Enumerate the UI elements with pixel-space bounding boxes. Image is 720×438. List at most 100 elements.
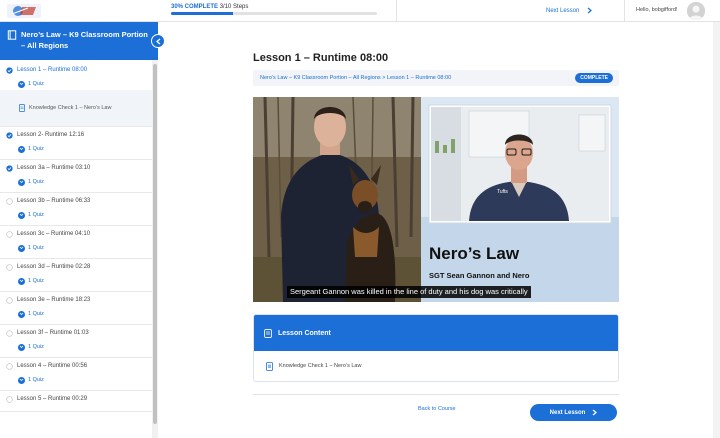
empty-circle-icon <box>6 263 13 271</box>
empty-circle-icon <box>6 296 13 304</box>
quiz-toggle[interactable]: 1 Quiz <box>0 341 152 353</box>
lesson-label: Lesson 2- Runtime 12:16 <box>17 132 85 138</box>
empty-circle-icon <box>6 329 13 337</box>
lesson-item: Lesson 3d – Runtime 02:28 1 Quiz <box>0 259 152 292</box>
back-to-course-link[interactable]: Back to Course <box>418 406 456 412</box>
quiz-toggle[interactable]: 1 Quiz <box>0 374 152 386</box>
site-logo[interactable] <box>6 2 42 20</box>
divider <box>396 0 397 22</box>
status-badge: COMPLETE <box>575 73 613 83</box>
chevron-down-icon <box>18 244 25 252</box>
chevron-down-icon <box>18 145 25 153</box>
user-greeting: Hello, bobgifford! <box>636 7 678 13</box>
quiz-toggle[interactable]: 1 Quiz <box>0 78 152 90</box>
top-bar: 30% COMPLETE 3/10 Steps Next Lesson Hell… <box>0 0 720 22</box>
divider <box>624 0 625 22</box>
quiz-toggle[interactable]: 1 Quiz <box>0 176 152 188</box>
chevron-down-icon <box>18 310 25 318</box>
video-frame: Tufts Nero’s Law SGT Sean Gannon and Ner… <box>253 97 619 302</box>
lesson-label: Lesson 4 – Runtime 00:56 <box>17 363 88 369</box>
quiz-toggle[interactable]: 1 Quiz <box>0 209 152 221</box>
lesson-link[interactable]: Lesson 1 – Runtime 08:00 <box>0 62 152 78</box>
lesson-label: Lesson 5 – Runtime 00:29 <box>17 396 88 402</box>
sidebar-scrollbar-thumb[interactable] <box>153 64 157 424</box>
lesson-label: Lesson 3b – Runtime 06:33 <box>17 198 91 204</box>
chevron-down-icon <box>18 80 25 88</box>
empty-circle-icon <box>6 230 13 238</box>
quiz-toggle[interactable]: 1 Quiz <box>0 242 152 254</box>
lesson-page: 30% COMPLETE 3/10 Steps Next Lesson Hell… <box>0 0 720 438</box>
quiz-toggle[interactable]: 1 Quiz <box>0 308 152 320</box>
quiz-count: 1 Quiz <box>28 179 44 185</box>
course-sidebar: Nero’s Law – K9 Classroom Portion – All … <box>0 22 165 438</box>
quiz-document-icon <box>266 361 273 371</box>
chevron-down-icon <box>18 376 25 384</box>
lesson-list: Lesson 1 – Runtime 08:00 1 Quiz Knowledge … <box>0 60 152 412</box>
course-progress: 30% COMPLETE 3/10 Steps <box>171 4 381 15</box>
video-caption: Sergeant Gannon was killed in the line o… <box>287 286 531 298</box>
quiz-item[interactable]: Knowledge Check 1 – Nero’s Law <box>0 90 152 126</box>
next-lesson-button-label: Next Lesson <box>549 409 586 416</box>
lesson-link[interactable]: Lesson 3f – Runtime 01:03 <box>0 325 152 341</box>
quiz-count: 1 Quiz <box>28 146 44 152</box>
empty-circle-icon <box>6 395 13 403</box>
course-title-header[interactable]: Nero’s Law – K9 Classroom Portion – All … <box>0 22 158 60</box>
breadcrumb[interactable]: Nero’s Law – K9 Classroom Portion – All … <box>260 75 451 81</box>
progress-percent: 30% COMPLETE <box>171 4 219 10</box>
lesson-label: Lesson 3a – Runtime 03:10 <box>17 165 91 171</box>
lesson-label: Lesson 3e – Runtime 18:23 <box>17 297 91 303</box>
quiz-count: 1 Quiz <box>28 245 44 251</box>
lesson-link[interactable]: Lesson 3d – Runtime 02:28 <box>0 259 152 275</box>
lesson-item: Lesson 3e – Runtime 18:23 1 Quiz <box>0 292 152 325</box>
collapse-sidebar-button[interactable] <box>151 34 165 48</box>
quiz-item-label: Knowledge Check 1 – Nero’s Law <box>29 105 112 111</box>
lesson-item: Lesson 2- Runtime 12:16 1 Quiz <box>0 127 152 160</box>
check-circle-icon <box>6 131 13 139</box>
next-lesson-link-top[interactable]: Next Lesson <box>546 7 593 14</box>
lesson-link[interactable]: Lesson 2- Runtime 12:16 <box>0 127 152 143</box>
quiz-count: 1 Quiz <box>28 377 44 383</box>
lesson-link[interactable]: Lesson 5 – Runtime 00:29 <box>0 391 152 407</box>
chevron-right-icon <box>587 7 593 14</box>
chevron-down-icon <box>18 211 25 219</box>
user-avatar-icon <box>687 2 705 20</box>
lesson-content-header: Lesson Content <box>254 315 618 351</box>
quiz-toggle[interactable]: 1 Quiz <box>0 143 152 155</box>
lesson-link[interactable]: Lesson 3c – Runtime 04:10 <box>0 226 152 242</box>
sidebar-scrollbar[interactable] <box>152 60 158 438</box>
empty-circle-icon <box>6 197 13 205</box>
lesson-item: Lesson 3b – Runtime 06:33 1 Quiz <box>0 193 152 226</box>
next-lesson-button[interactable]: Next Lesson <box>530 404 617 421</box>
book-icon <box>7 30 17 40</box>
lesson-link[interactable]: Lesson 3a – Runtime 03:10 <box>0 160 152 176</box>
lesson-content-title: Lesson Content <box>278 329 331 337</box>
quiz-toggle[interactable]: 1 Quiz <box>0 275 152 287</box>
lesson-link[interactable]: Lesson 3e – Runtime 18:23 <box>0 292 152 308</box>
page-title: Lesson 1 – Runtime 08:00 <box>253 52 389 64</box>
document-icon <box>19 104 25 112</box>
page-scrollbar[interactable] <box>713 22 720 438</box>
check-circle-icon <box>6 164 13 172</box>
quiz-count: 1 Quiz <box>28 212 44 218</box>
jersey-text: Tufts <box>497 189 508 195</box>
video-player[interactable]: Tufts Nero’s Law SGT Sean Gannon and Ner… <box>253 97 619 302</box>
lesson-link[interactable]: Lesson 3b – Runtime 06:33 <box>0 193 152 209</box>
progress-bar <box>171 12 377 15</box>
breadcrumb-bar: Nero’s Law – K9 Classroom Portion – All … <box>253 70 619 86</box>
lesson-label: Lesson 3f – Runtime 01:03 <box>17 330 89 336</box>
lesson-content-list: Knowledge Check 1 – Nero’s Law <box>254 351 618 381</box>
quiz-count: 1 Quiz <box>28 344 44 350</box>
video-subtitle-text: SGT Sean Gannon and Nero <box>429 271 530 280</box>
lesson-item: Lesson 3a – Runtime 03:10 1 Quiz <box>0 160 152 193</box>
lesson-content-icon <box>264 328 272 338</box>
avatar[interactable] <box>687 2 705 20</box>
lesson-label: Lesson 3c – Runtime 04:10 <box>17 231 91 237</box>
video-title-text: Nero’s Law <box>429 244 520 263</box>
quiz-count: 1 Quiz <box>28 81 44 87</box>
lesson-link[interactable]: Lesson 4 – Runtime 00:56 <box>0 358 152 374</box>
chevron-left-icon <box>155 38 160 44</box>
next-lesson-label: Next Lesson <box>546 7 580 14</box>
chevron-down-icon <box>18 343 25 351</box>
chevron-right-icon <box>592 409 598 416</box>
content-item[interactable]: Knowledge Check 1 – Nero’s Law <box>254 351 618 381</box>
